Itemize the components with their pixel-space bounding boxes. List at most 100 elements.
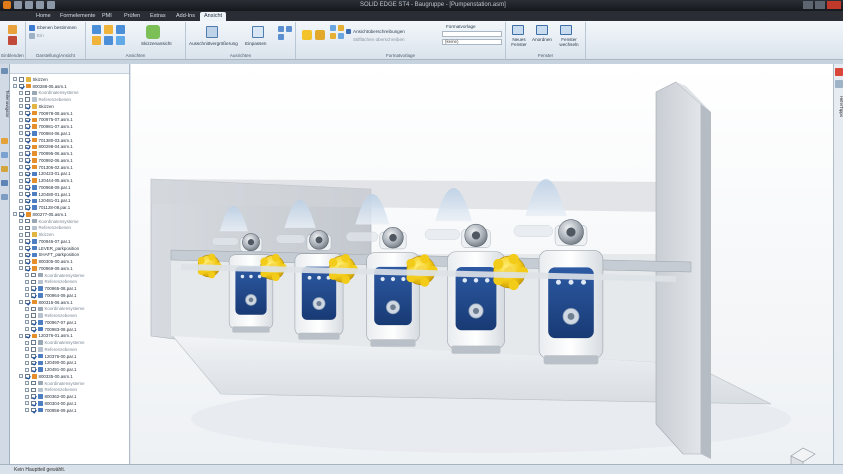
style-c-icon[interactable] [338, 25, 344, 31]
skizzenansicht-icon[interactable] [146, 25, 160, 39]
expand-toggle-icon[interactable] [13, 84, 17, 89]
ebenen-button[interactable]: Ebenen bestimmen [37, 25, 77, 30]
visibility-checkbox[interactable] [31, 347, 36, 352]
expand-toggle-icon[interactable] [25, 401, 29, 406]
zoom-icon[interactable] [278, 34, 284, 40]
visibility-checkbox[interactable] [25, 151, 30, 156]
visibility-checkbox[interactable] [31, 387, 36, 393]
visibility-checkbox[interactable] [25, 131, 30, 136]
part-navigator-tree[interactable]: Skizzen 800288-05.asm.1 Koordinatensysteme… [10, 64, 130, 464]
expand-toggle-icon[interactable] [19, 144, 23, 149]
keine-select[interactable]: (keine) [442, 39, 502, 45]
stilflaechen-button[interactable]: Stilflächen überschreiben [353, 37, 405, 42]
neues-fenster-button[interactable]: Neues Fenster [508, 37, 530, 47]
visibility-checkbox[interactable] [25, 117, 30, 123]
ansichtsueberschreibungen-button[interactable]: Ansichtüberschreibungen [353, 29, 405, 34]
expand-toggle-icon[interactable] [19, 333, 23, 338]
tab-home[interactable]: Home [32, 12, 55, 21]
expand-toggle-icon[interactable] [19, 151, 23, 156]
einpassen-button[interactable]: Einpassen [245, 41, 266, 46]
visibility-checkbox[interactable] [25, 266, 30, 271]
ein-button[interactable]: Ein [37, 33, 44, 38]
expand-toggle-icon[interactable] [25, 347, 29, 352]
hide-icon[interactable] [8, 36, 17, 45]
expand-toggle-icon[interactable] [19, 198, 23, 203]
new-window-icon[interactable] [512, 25, 524, 35]
view-right-icon[interactable] [116, 25, 125, 34]
minimize-icon[interactable] [803, 1, 813, 9]
visibility-checkbox[interactable] [25, 171, 30, 177]
expand-toggle-icon[interactable] [19, 259, 23, 264]
style-d-icon[interactable] [338, 33, 344, 39]
visibility-checkbox[interactable] [25, 90, 30, 96]
features-tab-icon[interactable] [1, 166, 8, 172]
tab-ansicht[interactable]: Ansicht [200, 12, 227, 21]
expand-toggle-icon[interactable] [19, 124, 23, 129]
view-front-icon[interactable] [104, 25, 113, 34]
visibility-checkbox[interactable] [25, 245, 30, 251]
tab-formelemente[interactable]: Formelemente [56, 12, 99, 21]
rotate-icon[interactable] [286, 26, 292, 32]
visibility-checkbox[interactable] [25, 158, 30, 163]
expand-toggle-icon[interactable] [19, 225, 23, 230]
overrides-icon[interactable] [346, 29, 351, 34]
expand-toggle-icon[interactable] [25, 313, 29, 318]
expand-toggle-icon[interactable] [13, 212, 17, 217]
expand-toggle-icon[interactable] [19, 219, 23, 224]
expand-toggle-icon[interactable] [25, 408, 29, 413]
tips-icon[interactable] [835, 80, 843, 88]
formatvorlage-select[interactable] [442, 31, 502, 37]
visibility-checkbox[interactable] [31, 401, 36, 406]
visibility-checkbox[interactable] [25, 205, 30, 210]
expand-toggle-icon[interactable] [19, 178, 23, 183]
sensors-tab-icon[interactable] [1, 180, 8, 186]
redo-icon[interactable] [36, 1, 44, 9]
expand-toggle-icon[interactable] [25, 387, 29, 392]
tree-row[interactable]: 700956-09.par.1 [25, 407, 76, 414]
visibility-checkbox[interactable] [31, 360, 36, 366]
expand-toggle-icon[interactable] [19, 97, 23, 102]
expand-toggle-icon[interactable] [13, 77, 17, 82]
visibility-checkbox[interactable] [25, 144, 30, 150]
visibility-checkbox[interactable] [31, 293, 36, 298]
expand-toggle-icon[interactable] [25, 354, 29, 359]
view-back-icon[interactable] [116, 36, 125, 45]
toggle-icon[interactable] [29, 33, 35, 39]
visibility-checkbox[interactable] [25, 185, 30, 190]
visibility-checkbox[interactable] [31, 380, 36, 386]
visibility-checkbox[interactable] [19, 83, 24, 89]
visibility-checkbox[interactable] [25, 374, 30, 379]
fenster-wechseln-button[interactable]: Fenster wechseln [556, 37, 582, 47]
tab-extras[interactable]: Extras [146, 12, 170, 21]
expand-toggle-icon[interactable] [25, 327, 29, 332]
layers-icon[interactable] [29, 25, 35, 31]
visibility-checkbox[interactable] [25, 218, 30, 224]
visibility-checkbox[interactable] [25, 137, 30, 143]
expand-toggle-icon[interactable] [19, 192, 23, 197]
expand-toggle-icon[interactable] [19, 165, 23, 170]
view-left-icon[interactable] [104, 36, 113, 45]
expand-toggle-icon[interactable] [19, 205, 23, 210]
undo-icon[interactable] [25, 1, 33, 9]
visibility-checkbox[interactable] [31, 286, 36, 291]
visibility-checkbox[interactable] [31, 394, 36, 399]
library-tab-icon[interactable] [1, 152, 8, 158]
expand-toggle-icon[interactable] [19, 90, 23, 95]
expand-toggle-icon[interactable] [25, 320, 29, 325]
tab-pruefen[interactable]: Prüfen [120, 12, 144, 21]
expand-toggle-icon[interactable] [25, 306, 29, 311]
anordnen-button[interactable]: Anordnen [532, 37, 552, 42]
render-icon[interactable] [302, 30, 312, 40]
expand-toggle-icon[interactable] [19, 232, 23, 237]
expand-toggle-icon[interactable] [25, 273, 29, 278]
visibility-checkbox[interactable] [25, 252, 30, 258]
visibility-checkbox[interactable] [31, 407, 36, 413]
visibility-checkbox[interactable] [25, 191, 30, 197]
visibility-checkbox[interactable] [31, 340, 36, 345]
navigator-tab-icon[interactable] [1, 68, 8, 74]
skizzenansicht-button[interactable]: Skizzenansicht [141, 41, 172, 46]
visibility-checkbox[interactable] [25, 232, 30, 237]
visibility-checkbox[interactable] [31, 353, 36, 359]
settings-tab-icon[interactable] [1, 194, 8, 200]
show-icon[interactable] [8, 25, 17, 34]
